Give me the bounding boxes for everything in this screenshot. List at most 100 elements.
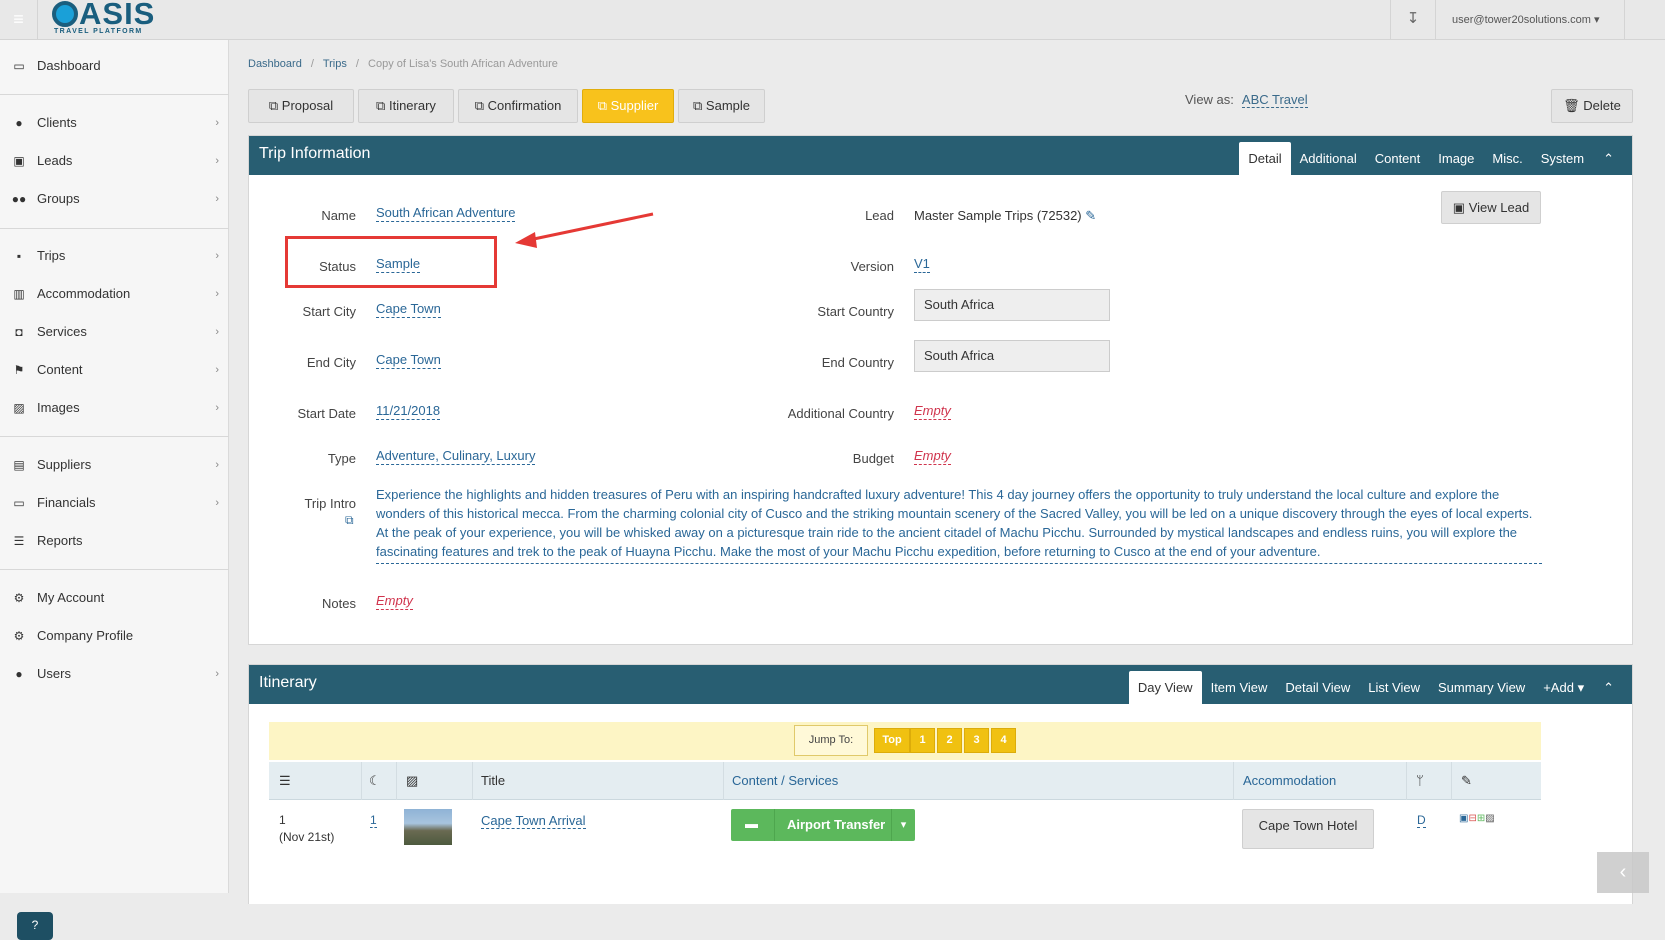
type-label: Type [327, 451, 356, 466]
user-icon: ● [15, 116, 23, 130]
itinerary-button[interactable]: ⧉ Itinerary [358, 89, 454, 123]
sidebar-item-my-account[interactable]: ⚙ My Account [0, 579, 229, 617]
row-nights[interactable]: 1 [370, 813, 377, 828]
breadcrumb-trips[interactable]: Trips [323, 58, 347, 70]
add-icon[interactable]: ⊞ [1477, 813, 1485, 824]
menu-toggle-icon[interactable]: ≡ [0, 0, 38, 40]
breadcrumb-current: Copy of Lisa's South African Adventure [368, 58, 558, 70]
start-date-value[interactable]: 11/21/2018 [376, 403, 441, 420]
tab-summary-view[interactable]: Summary View [1429, 671, 1534, 704]
view-as-select[interactable]: ABC Travel [1241, 92, 1308, 108]
sidebar-item-suppliers[interactable]: ▤ Suppliers › [0, 446, 229, 484]
sidebar-item-groups[interactable]: ●● Groups › [0, 180, 229, 218]
breadcrumb-dashboard[interactable]: Dashboard [248, 58, 302, 70]
column-content-services[interactable]: Content / Services [732, 762, 838, 800]
supplier-button[interactable]: ⧉ Supplier [582, 89, 674, 123]
tab-image[interactable]: Image [1429, 142, 1483, 175]
jump-day-2-button[interactable]: 2 [937, 728, 962, 753]
building-icon: ▥ [13, 287, 25, 301]
delete-button[interactable]: 🗑 Delete [1551, 89, 1633, 123]
chevron-down-icon: ▾ [1577, 680, 1585, 695]
scroll-left-button[interactable]: ‹ [1597, 852, 1649, 893]
button-label: Sample [705, 98, 750, 113]
trip-intro-value[interactable]: Experience the highlights and hidden tre… [376, 485, 1542, 564]
sidebar-item-label: Services [37, 324, 87, 339]
itinerary-panel: Itinerary Day View Item View Detail View… [248, 664, 1633, 904]
type-value[interactable]: Adventure, Culinary, Luxury [376, 448, 536, 465]
chevron-right-icon: › [215, 668, 219, 680]
tab-content[interactable]: Content [1366, 142, 1430, 175]
edit-icon[interactable]: ✎ [1085, 208, 1096, 223]
lead-text: Master Sample Trips (72532) [914, 208, 1082, 223]
start-city-value[interactable]: Cape Town [376, 301, 441, 318]
tab-detail-view[interactable]: Detail View [1276, 671, 1359, 704]
user-email: user@tower20solutions.com [1452, 14, 1591, 26]
sample-button[interactable]: ⧉ Sample [678, 89, 765, 123]
top-bar: ≡ ASIS TRAVEL PLATFORM ↧ user@tower20sol… [0, 0, 1665, 40]
sidebar-item-company-profile[interactable]: ⚙ Company Profile [0, 617, 229, 655]
day-thumbnail-image[interactable] [404, 809, 452, 845]
tab-day-view[interactable]: Day View [1128, 671, 1202, 704]
sidebar-item-financials[interactable]: ▭ Financials › [0, 484, 229, 522]
tab-additional[interactable]: Additional [1291, 142, 1366, 175]
sidebar-item-users[interactable]: ● Users › [0, 655, 229, 693]
confirmation-button[interactable]: ⧉ Confirmation [458, 89, 578, 123]
add-menu[interactable]: +Add ▾ [1534, 671, 1593, 704]
top-right-button[interactable] [1624, 0, 1665, 40]
copy-icon[interactable]: ⧉ [345, 513, 354, 528]
sidebar-item-content[interactable]: ⚑ Content › [0, 351, 229, 389]
jump-day-3-button[interactable]: 3 [964, 728, 989, 753]
sidebar-item-reports[interactable]: ☰ Reports [0, 522, 229, 560]
jump-day-4-button[interactable]: 4 [991, 728, 1016, 753]
image-icon[interactable]: ▨ [1485, 813, 1494, 824]
accommodation-button[interactable]: Cape Town Hotel [1242, 809, 1374, 849]
logo[interactable]: ASIS TRAVEL PLATFORM [52, 0, 156, 37]
panel-header: Itinerary Day View Item View Detail View… [249, 665, 1632, 704]
desktop-icon: ▭ [13, 59, 25, 73]
inbox-icon: ▣ [13, 154, 25, 168]
tab-misc[interactable]: Misc. [1483, 142, 1531, 175]
row-title[interactable]: Cape Town Arrival [481, 813, 586, 829]
sidebar-item-label: Suppliers [37, 457, 92, 472]
tab-list-view[interactable]: List View [1359, 671, 1429, 704]
sidebar-item-label: Leads [37, 153, 73, 168]
download-icon[interactable]: ↧ [1390, 0, 1436, 40]
sidebar-item-images[interactable]: ▨ Images › [0, 389, 229, 427]
end-country-field[interactable]: South Africa [914, 340, 1110, 372]
sidebar-item-label: Users [37, 666, 71, 681]
user-menu[interactable]: user@tower20solutions.com ▾ [1438, 0, 1624, 40]
airport-transfer-service-button[interactable]: ▬ Airport Transfer ▾ [731, 809, 915, 841]
chevron-right-icon: › [215, 193, 219, 205]
end-city-value[interactable]: Cape Town [376, 352, 441, 369]
sidebar-item-clients[interactable]: ● Clients › [0, 104, 229, 142]
tab-detail[interactable]: Detail [1239, 142, 1291, 175]
sidebar-item-trips[interactable]: ▪ Trips › [0, 237, 229, 275]
additional-country-value[interactable]: Empty [914, 403, 951, 420]
start-country-field[interactable]: South Africa [914, 289, 1110, 321]
help-button[interactable]: ? [17, 912, 53, 940]
collapse-icon[interactable]: ⌃ [1593, 142, 1632, 175]
jump-day-1-button[interactable]: 1 [910, 728, 935, 753]
list-icon: ☰ [279, 773, 291, 788]
row-meal[interactable]: D [1417, 813, 1426, 828]
view-lead-button[interactable]: ▣ View Lead [1441, 191, 1541, 224]
version-value[interactable]: V1 [914, 256, 930, 273]
column-accommodation[interactable]: Accommodation [1243, 762, 1336, 800]
chevron-down-icon[interactable]: ▾ [891, 809, 915, 841]
jump-top-button[interactable]: Top [874, 728, 910, 753]
proposal-button[interactable]: ⧉ Proposal [248, 89, 354, 123]
cutlery-icon: ᛘ [1416, 773, 1424, 788]
sidebar-item-services[interactable]: ◘ Services › [0, 313, 229, 351]
users-icon: ●● [11, 192, 27, 206]
notes-value[interactable]: Empty [376, 593, 413, 610]
sidebar-item-accommodation[interactable]: ▥ Accommodation › [0, 275, 229, 313]
sidebar-item-leads[interactable]: ▣ Leads › [0, 142, 229, 180]
sidebar-item-dashboard[interactable]: ▭ Dashboard [0, 47, 229, 85]
remove-icon[interactable]: ⊟ [1468, 813, 1476, 824]
annotation-highlight-box [285, 236, 497, 288]
budget-value[interactable]: Empty [914, 448, 951, 465]
tab-system[interactable]: System [1532, 142, 1593, 175]
tab-item-view[interactable]: Item View [1202, 671, 1277, 704]
name-value[interactable]: South African Adventure [376, 205, 516, 222]
collapse-icon[interactable]: ⌃ [1593, 671, 1632, 704]
